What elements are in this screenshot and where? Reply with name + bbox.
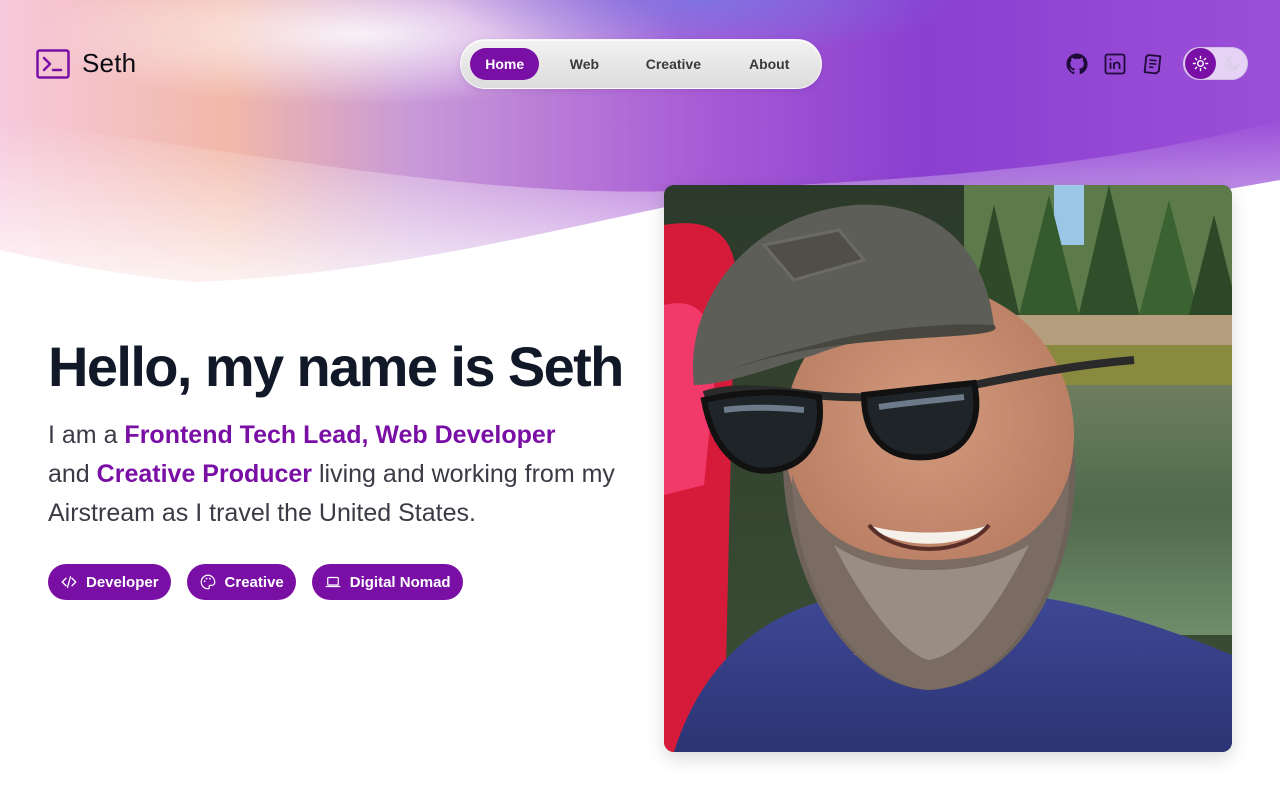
portrait-photo bbox=[664, 185, 1232, 752]
role-creative-producer: Creative Producer bbox=[96, 460, 313, 488]
github-link[interactable] bbox=[1064, 51, 1090, 77]
toggle-knob bbox=[1185, 48, 1216, 79]
tag-developer: Developer bbox=[48, 564, 171, 600]
logo-link[interactable]: Seth bbox=[36, 48, 136, 79]
moon-icon bbox=[1225, 56, 1240, 71]
palette-icon bbox=[200, 574, 215, 590]
desc-prefix: I am a bbox=[48, 421, 125, 449]
page: Seth Home Web Creative About Hello, my n… bbox=[0, 0, 1280, 800]
terminal-icon bbox=[36, 48, 70, 79]
nav-creative[interactable]: Creative bbox=[629, 48, 717, 80]
linkedin-icon bbox=[1104, 53, 1126, 75]
linkedin-link[interactable] bbox=[1102, 51, 1128, 77]
github-icon bbox=[1066, 53, 1088, 75]
code-icon bbox=[61, 576, 77, 588]
resume-icon bbox=[1143, 54, 1162, 75]
nav-web[interactable]: Web bbox=[539, 48, 629, 80]
sun-icon bbox=[1192, 55, 1209, 72]
tag-label: Creative bbox=[224, 573, 284, 591]
role-tech-lead: Frontend Tech Lead, Web Developer bbox=[124, 421, 556, 449]
tag-creative: Creative bbox=[186, 564, 296, 600]
tag-digital-nomad: Digital Nomad bbox=[311, 564, 463, 600]
tag-list: Developer Creative Digital Nomad bbox=[48, 564, 463, 600]
nav-home[interactable]: Home bbox=[470, 48, 540, 80]
desc-and: and bbox=[48, 460, 97, 488]
nav-about[interactable]: About bbox=[717, 48, 821, 80]
main-nav: Home Web Creative About bbox=[460, 39, 822, 89]
tag-label: Digital Nomad bbox=[349, 573, 451, 591]
laptop-icon bbox=[325, 576, 341, 588]
hero-description: I am a Frontend Tech Lead, Web Developer… bbox=[48, 416, 638, 533]
resume-link[interactable] bbox=[1140, 51, 1166, 77]
theme-toggle[interactable] bbox=[1183, 47, 1248, 80]
tag-label: Developer bbox=[86, 573, 159, 591]
portrait-illustration bbox=[664, 185, 1232, 752]
site-name: Seth bbox=[82, 48, 137, 78]
hero-title: Hello, my name is Seth bbox=[48, 335, 624, 398]
site-header: Seth Home Web Creative About bbox=[0, 0, 1280, 128]
